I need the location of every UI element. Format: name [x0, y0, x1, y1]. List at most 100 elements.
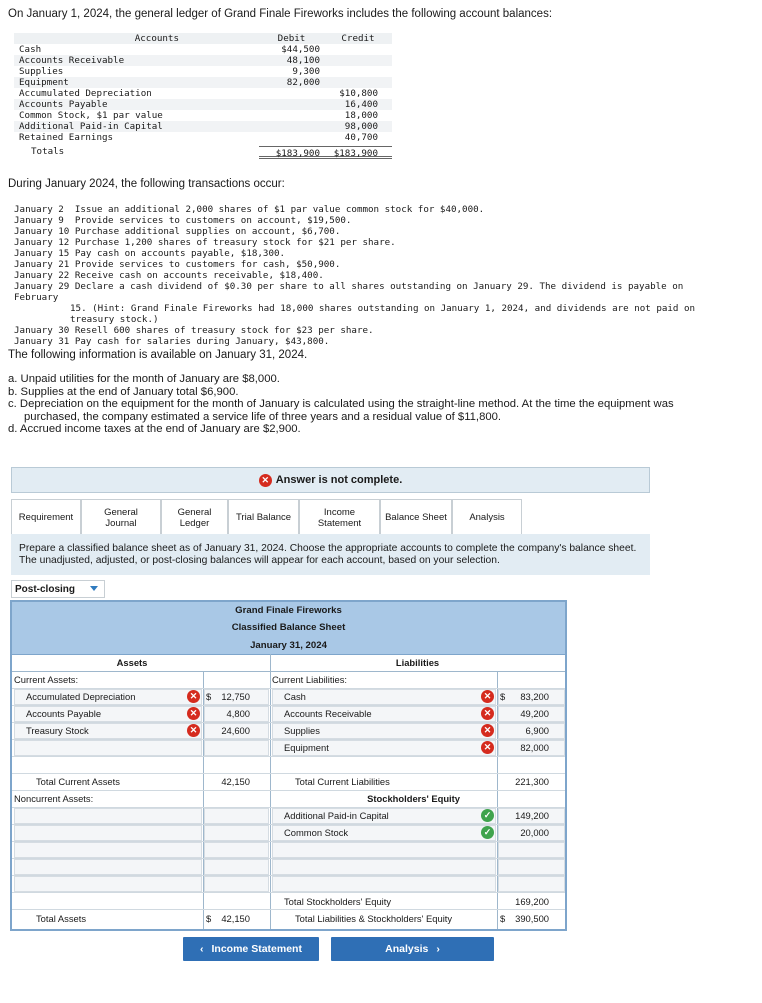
- equity-account-name: Additional Paid-in Capital: [284, 810, 389, 821]
- assets-header: Assets: [116, 657, 148, 668]
- asset-amount: 4,800: [226, 708, 250, 719]
- asset-amount: 24,600: [221, 725, 250, 736]
- transactions-list: January 2 Issue an additional 2,000 shar…: [14, 204, 724, 347]
- account-name: Accounts Receivable: [19, 55, 125, 66]
- header-accounts: Accounts: [134, 33, 179, 44]
- account-balances-table: Accounts Debit Credit Cash $44,500 Accou…: [14, 33, 392, 159]
- equity-amount: 20,000: [520, 827, 549, 838]
- intro-text: On January 1, 2024, the general ledger o…: [8, 8, 553, 20]
- table-row: Retained Earnings 40,700: [14, 132, 392, 143]
- dollar-sign: $: [206, 913, 212, 924]
- asset-account-select[interactable]: [14, 740, 202, 756]
- debit-value: 48,100: [286, 55, 320, 66]
- next-button-label: Analysis: [385, 943, 429, 955]
- debit-value: [259, 110, 324, 121]
- incorrect-icon: ✕: [481, 724, 494, 737]
- statement-date: January 31, 2024: [250, 639, 327, 651]
- total-debit: $183,900: [259, 146, 324, 159]
- incorrect-icon: ✕: [481, 707, 494, 720]
- tab-analysis[interactable]: Analysis: [452, 499, 522, 535]
- liability-amount: 82,000: [520, 742, 549, 753]
- asset-account-name: Accounts Payable: [26, 708, 102, 719]
- account-name: Accumulated Depreciation: [19, 88, 152, 99]
- asset-account-select[interactable]: [14, 842, 202, 858]
- asset-account-select[interactable]: [14, 825, 202, 841]
- list-item: a. Unpaid utilities for the month of Jan…: [8, 373, 280, 385]
- account-name: Additional Paid-in Capital: [19, 121, 163, 132]
- statement-title: Classified Balance Sheet: [231, 622, 346, 634]
- total-equity: 169,200: [515, 896, 549, 907]
- current-assets-label: Current Assets:: [14, 674, 79, 685]
- asset-amount-input[interactable]: [204, 740, 269, 756]
- liability-amount: 6,900: [525, 725, 549, 736]
- credit-value: [324, 66, 392, 77]
- list-item: c. Depreciation on the equipment for the…: [8, 398, 674, 410]
- list-item-continued: purchased, the company estimated a servi…: [24, 410, 502, 423]
- table-row: Supplies 9,300: [14, 66, 392, 77]
- asset-account-select[interactable]: [14, 859, 202, 875]
- asset-amount-input[interactable]: [204, 859, 269, 875]
- tab-trial-balance[interactable]: Trial Balance: [228, 499, 299, 535]
- chevron-down-icon: [90, 586, 98, 591]
- list-item: January 30 Resell 600 shares of treasury…: [14, 325, 374, 336]
- liability-amount: 83,200: [520, 691, 549, 702]
- prev-income-statement-button[interactable]: ‹ Income Statement: [183, 937, 319, 961]
- total-current-liabilities-label: Total Current Liabilities: [295, 776, 390, 787]
- list-item: January 9 Provide services to customers …: [14, 215, 352, 226]
- balance-sheet-header: Grand Finale Fireworks Classified Balanc…: [12, 602, 565, 654]
- incorrect-icon: ✕: [187, 724, 200, 737]
- equity-account-select[interactable]: [272, 876, 496, 892]
- equity-amount: 149,200: [515, 810, 549, 821]
- account-name: Supplies: [19, 66, 64, 77]
- tab-general-ledger[interactable]: General Ledger: [161, 499, 228, 535]
- account-name: Equipment: [19, 77, 69, 88]
- tab-general-journal[interactable]: General Journal: [81, 499, 161, 535]
- chevron-left-icon: ‹: [200, 943, 204, 955]
- credit-value: $10,800: [339, 88, 378, 99]
- incorrect-icon: ✕: [481, 690, 494, 703]
- list-item: January 29 Declare a cash dividend of $0…: [14, 281, 689, 303]
- account-name: Retained Earnings: [19, 132, 114, 143]
- asset-amount-input[interactable]: [204, 808, 269, 824]
- dollar-sign: $: [206, 691, 212, 702]
- header-debit: Debit: [277, 33, 306, 44]
- asset-amount-input[interactable]: [204, 842, 269, 858]
- asset-account-name: Accumulated Depreciation: [26, 691, 136, 702]
- equity-amount-input[interactable]: [498, 876, 565, 892]
- error-icon: ✕: [258, 473, 272, 487]
- table-header-row: Accounts Debit Credit: [14, 33, 392, 44]
- status-banner: ✕ Answer is not complete.: [11, 467, 650, 493]
- equity-account-select[interactable]: [272, 859, 496, 875]
- total-equity-label: Total Stockholders' Equity: [284, 896, 392, 907]
- credit-value: [324, 55, 392, 66]
- stockholders-equity-header: Stockholders' Equity: [367, 793, 460, 804]
- prev-button-label: Income Statement: [211, 943, 302, 955]
- equity-account-select[interactable]: [272, 842, 496, 858]
- tab-income-statement[interactable]: Income Statement: [299, 499, 380, 535]
- next-analysis-button[interactable]: Analysis ›: [331, 937, 494, 961]
- asset-amount-input[interactable]: [204, 825, 269, 841]
- equity-amount-input[interactable]: [498, 859, 565, 875]
- asset-amount-input[interactable]: [204, 876, 269, 892]
- asset-account-select[interactable]: [14, 808, 202, 824]
- equity-amount-input[interactable]: [498, 842, 565, 858]
- liability-account-name: Accounts Receivable: [284, 708, 372, 719]
- total-current-assets-label: Total Current Assets: [36, 776, 120, 787]
- account-name: Common Stock, $1 par value: [19, 110, 163, 121]
- table-row: Accumulated Depreciation $10,800: [14, 88, 392, 99]
- tab-requirement[interactable]: Requirement: [11, 499, 81, 535]
- status-banner-text: Answer is not complete.: [275, 474, 403, 486]
- list-item: January 31 Pay cash for salaries during …: [14, 336, 330, 347]
- list-item: January 22 Receive cash on accounts rece…: [14, 270, 324, 281]
- account-name: Cash: [19, 44, 42, 55]
- list-item: January 2 Issue an additional 2,000 shar…: [14, 204, 485, 215]
- account-name: Accounts Payable: [19, 99, 108, 110]
- tab-balance-sheet[interactable]: Balance Sheet: [380, 499, 452, 535]
- total-liabilities-equity-label: Total Liabilities & Stockholders' Equity: [295, 913, 453, 924]
- balance-type-select[interactable]: Post-closing: [11, 580, 105, 598]
- debit-value: 9,300: [292, 66, 320, 77]
- info-intro: The following information is available o…: [8, 349, 308, 361]
- table-row: Cash $44,500: [14, 44, 392, 55]
- tab-bar: Requirement General Journal General Ledg…: [11, 499, 522, 535]
- asset-account-select[interactable]: [14, 876, 202, 892]
